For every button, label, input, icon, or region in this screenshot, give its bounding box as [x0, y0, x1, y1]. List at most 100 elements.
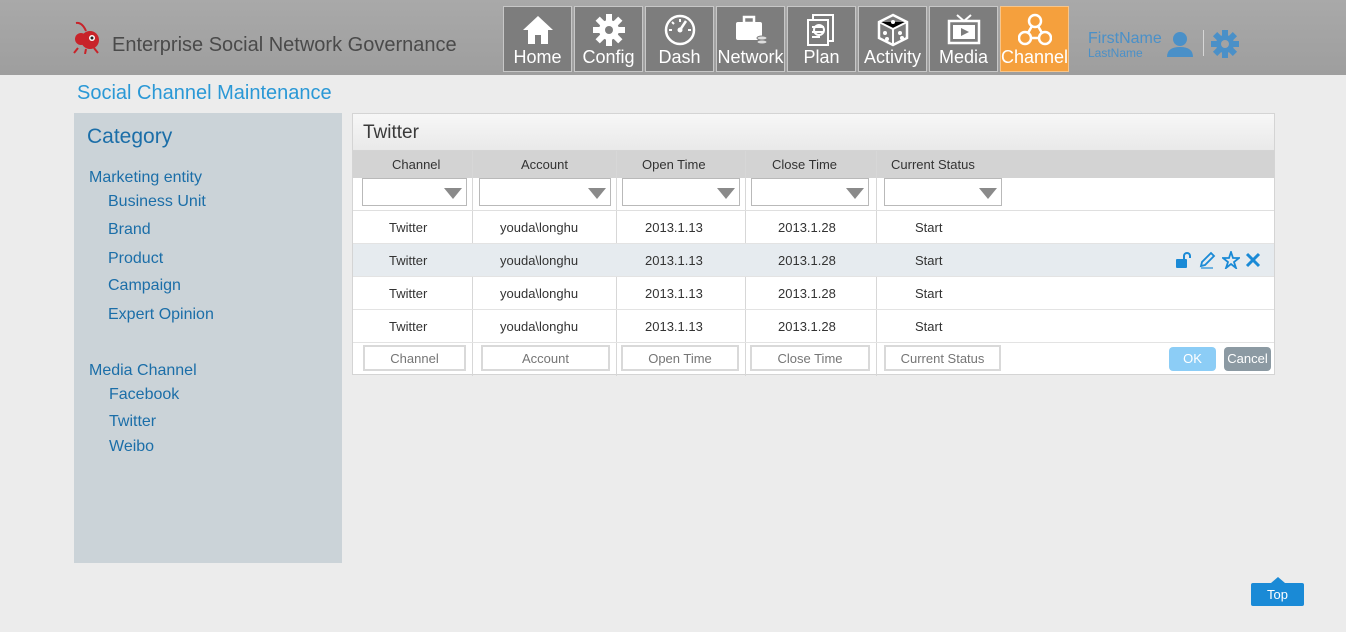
cell-channel: Twitter — [389, 253, 428, 268]
close-time-input[interactable] — [750, 345, 870, 371]
channel-network-icon — [1018, 13, 1052, 46]
app-title: Enterprise Social Network Governance — [112, 34, 457, 56]
back-to-top-button[interactable]: Top — [1251, 577, 1304, 606]
sidebar-group-media-channel[interactable]: Media Channel — [89, 362, 197, 380]
channel-filter-select[interactable] — [362, 178, 467, 206]
briefcase-icon — [736, 15, 768, 45]
column-header-open-time[interactable]: Open Time — [642, 157, 706, 172]
panel-title: Twitter — [363, 122, 419, 143]
sidebar-item-weibo[interactable]: Weibo — [109, 438, 154, 456]
sidebar-item-facebook[interactable]: Facebook — [109, 386, 179, 404]
edit-icon[interactable] — [1198, 251, 1216, 269]
table-header-row: Channel Account Open Time Close Time Cur… — [353, 151, 1274, 178]
cell-open-time: 2013.1.13 — [645, 253, 703, 268]
nav-label: Config — [582, 47, 635, 67]
home-icon — [523, 16, 553, 44]
column-header-current-status[interactable]: Current Status — [891, 157, 975, 172]
cell-status: Start — [915, 253, 943, 268]
nav-label: Media — [938, 47, 989, 67]
new-entry-row: OK Cancel — [353, 343, 1274, 376]
cell-account: youda\longhu — [500, 286, 579, 301]
cell-open-time: 2013.1.13 — [645, 319, 703, 334]
table-row[interactable]: Twitter youda\longhu 2013.1.13 2013.1.28… — [353, 211, 1274, 244]
gauge-icon — [664, 14, 696, 46]
nav-channel[interactable]: Channel — [1000, 6, 1069, 72]
sidebar-item-campaign[interactable]: Campaign — [108, 277, 181, 295]
cell-close-time: 2013.1.28 — [778, 286, 836, 301]
page-title: Social Channel Maintenance — [77, 82, 332, 104]
cell-account: youda\longhu — [500, 253, 579, 268]
star-icon[interactable] — [1222, 251, 1240, 269]
dice-icon — [877, 13, 909, 47]
cancel-button[interactable]: Cancel — [1224, 347, 1271, 371]
sidebar-item-twitter[interactable]: Twitter — [109, 413, 156, 431]
nav-label: Plan — [803, 47, 840, 67]
user-last-name: LastName — [1088, 46, 1143, 60]
table-row[interactable]: Twitter youda\longhu 2013.1.13 2013.1.28… — [353, 277, 1274, 310]
nav-config[interactable]: Config — [574, 6, 643, 72]
user-icon[interactable] — [1166, 30, 1194, 58]
table-row-selected[interactable]: Twitter youda\longhu 2013.1.13 2013.1.28… — [353, 244, 1274, 277]
cell-status: Start — [915, 319, 943, 334]
open-time-filter-select[interactable] — [622, 178, 740, 206]
cell-close-time: 2013.1.28 — [778, 319, 836, 334]
nav-media[interactable]: Media — [929, 6, 998, 72]
account-filter-select[interactable] — [479, 178, 611, 206]
ant-logo-icon — [73, 21, 99, 54]
channel-input[interactable] — [363, 345, 466, 371]
nav-network[interactable]: Network — [716, 6, 785, 72]
category-sidebar: Category Marketing entity Business Unit … — [74, 113, 342, 563]
row-actions — [1174, 251, 1264, 269]
sidebar-title: Category — [87, 125, 173, 148]
panel-header: Twitter — [353, 114, 1274, 151]
sidebar-item-expert-opinion[interactable]: Expert Opinion — [108, 306, 214, 324]
document-search-icon — [807, 14, 834, 46]
cell-close-time: 2013.1.28 — [778, 253, 836, 268]
gear-icon — [593, 14, 625, 46]
cell-open-time: 2013.1.13 — [645, 286, 703, 301]
cell-channel: Twitter — [389, 319, 428, 334]
chevron-down-icon — [979, 188, 997, 199]
open-time-input[interactable] — [621, 345, 739, 371]
nav-label: Channel — [1001, 47, 1069, 67]
cell-channel: Twitter — [389, 220, 428, 235]
tv-icon — [947, 14, 981, 45]
nav-label: Activity — [863, 47, 921, 67]
chevron-down-icon — [717, 188, 735, 199]
sidebar-item-brand[interactable]: Brand — [108, 221, 151, 239]
filter-row — [353, 178, 1274, 211]
sidebar-item-business-unit[interactable]: Business Unit — [108, 193, 206, 211]
column-header-account[interactable]: Account — [521, 157, 568, 172]
header-divider — [1203, 30, 1204, 56]
ok-button[interactable]: OK — [1169, 347, 1216, 371]
delete-icon[interactable] — [1244, 251, 1262, 269]
cell-status: Start — [915, 220, 943, 235]
chevron-down-icon — [444, 188, 462, 199]
cell-status: Start — [915, 286, 943, 301]
cell-account: youda\longhu — [500, 220, 579, 235]
column-header-close-time[interactable]: Close Time — [772, 157, 837, 172]
chevron-down-icon — [588, 188, 606, 199]
unlock-icon[interactable] — [1174, 251, 1192, 269]
table-row[interactable]: Twitter youda\longhu 2013.1.13 2013.1.28… — [353, 310, 1274, 343]
cell-close-time: 2013.1.28 — [778, 220, 836, 235]
nav-plan[interactable]: Plan — [787, 6, 856, 72]
status-filter-select[interactable] — [884, 178, 1002, 206]
app-header: Enterprise Social Network Governance Hom… — [0, 0, 1346, 75]
current-status-input[interactable] — [884, 345, 1001, 371]
cell-channel: Twitter — [389, 286, 428, 301]
chevron-down-icon — [846, 188, 864, 199]
channel-table-panel: Twitter Channel Account Open Time Close … — [352, 113, 1275, 376]
nav-dash[interactable]: Dash — [645, 6, 714, 72]
settings-gear-icon[interactable] — [1211, 30, 1239, 58]
nav-home[interactable]: Home — [503, 6, 572, 72]
sidebar-item-product[interactable]: Product — [108, 250, 163, 268]
nav-label: Home — [513, 47, 562, 67]
nav-activity[interactable]: Activity — [858, 6, 927, 72]
nav-label: Dash — [658, 47, 701, 67]
column-header-channel[interactable]: Channel — [392, 157, 440, 172]
close-time-filter-select[interactable] — [751, 178, 869, 206]
account-input[interactable] — [481, 345, 610, 371]
sidebar-group-marketing-entity[interactable]: Marketing entity — [89, 169, 202, 187]
nav-label: Network — [717, 47, 784, 67]
